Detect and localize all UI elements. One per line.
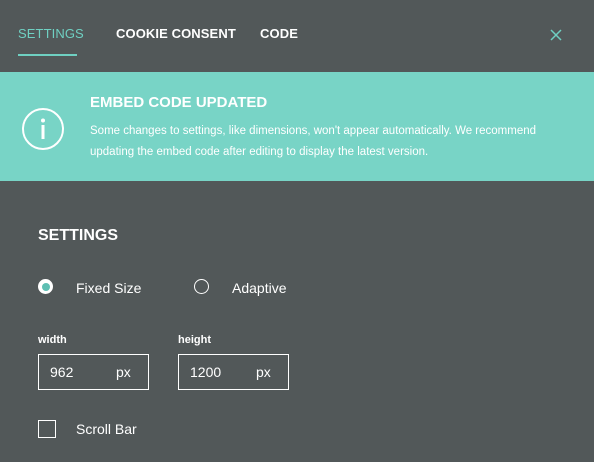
radio-selected-icon[interactable] [38, 279, 53, 294]
width-value: 962 [50, 364, 74, 380]
width-label: width [38, 334, 67, 346]
banner-message: Some changes to settings, like dimension… [90, 125, 537, 158]
radio-unselected-icon[interactable] [194, 279, 209, 294]
tab-settings[interactable]: SETTINGS [18, 26, 84, 41]
active-tab-indicator [18, 54, 77, 56]
fixed-size-radio[interactable]: Fixed Size [38, 278, 178, 300]
adaptive-radio[interactable]: Adaptive [194, 278, 314, 300]
width-unit: px [116, 364, 131, 380]
banner-title: EMBED CODE UPDATED [90, 94, 268, 111]
tab-code[interactable]: CODE [260, 26, 298, 41]
height-value: 1200 [190, 364, 222, 380]
scroll-bar-checkbox[interactable] [38, 420, 56, 438]
tab-cookie-consent[interactable]: COOKIE CONSENT [116, 26, 236, 41]
close-icon[interactable] [548, 27, 564, 43]
settings-heading: SETTINGS [38, 227, 119, 244]
fixed-size-label: Fixed Size [76, 280, 142, 296]
info-icon [22, 108, 64, 150]
height-field[interactable]: 1200 px [178, 354, 289, 390]
height-unit: px [256, 364, 271, 380]
height-label: height [178, 334, 211, 346]
adaptive-label: Adaptive [232, 280, 287, 296]
width-field[interactable]: 962 px [38, 354, 149, 390]
top-tab-bar: SETTINGS COOKIE CONSENT CODE [0, 0, 594, 72]
scroll-bar-label[interactable]: Scroll Bar [76, 421, 137, 437]
